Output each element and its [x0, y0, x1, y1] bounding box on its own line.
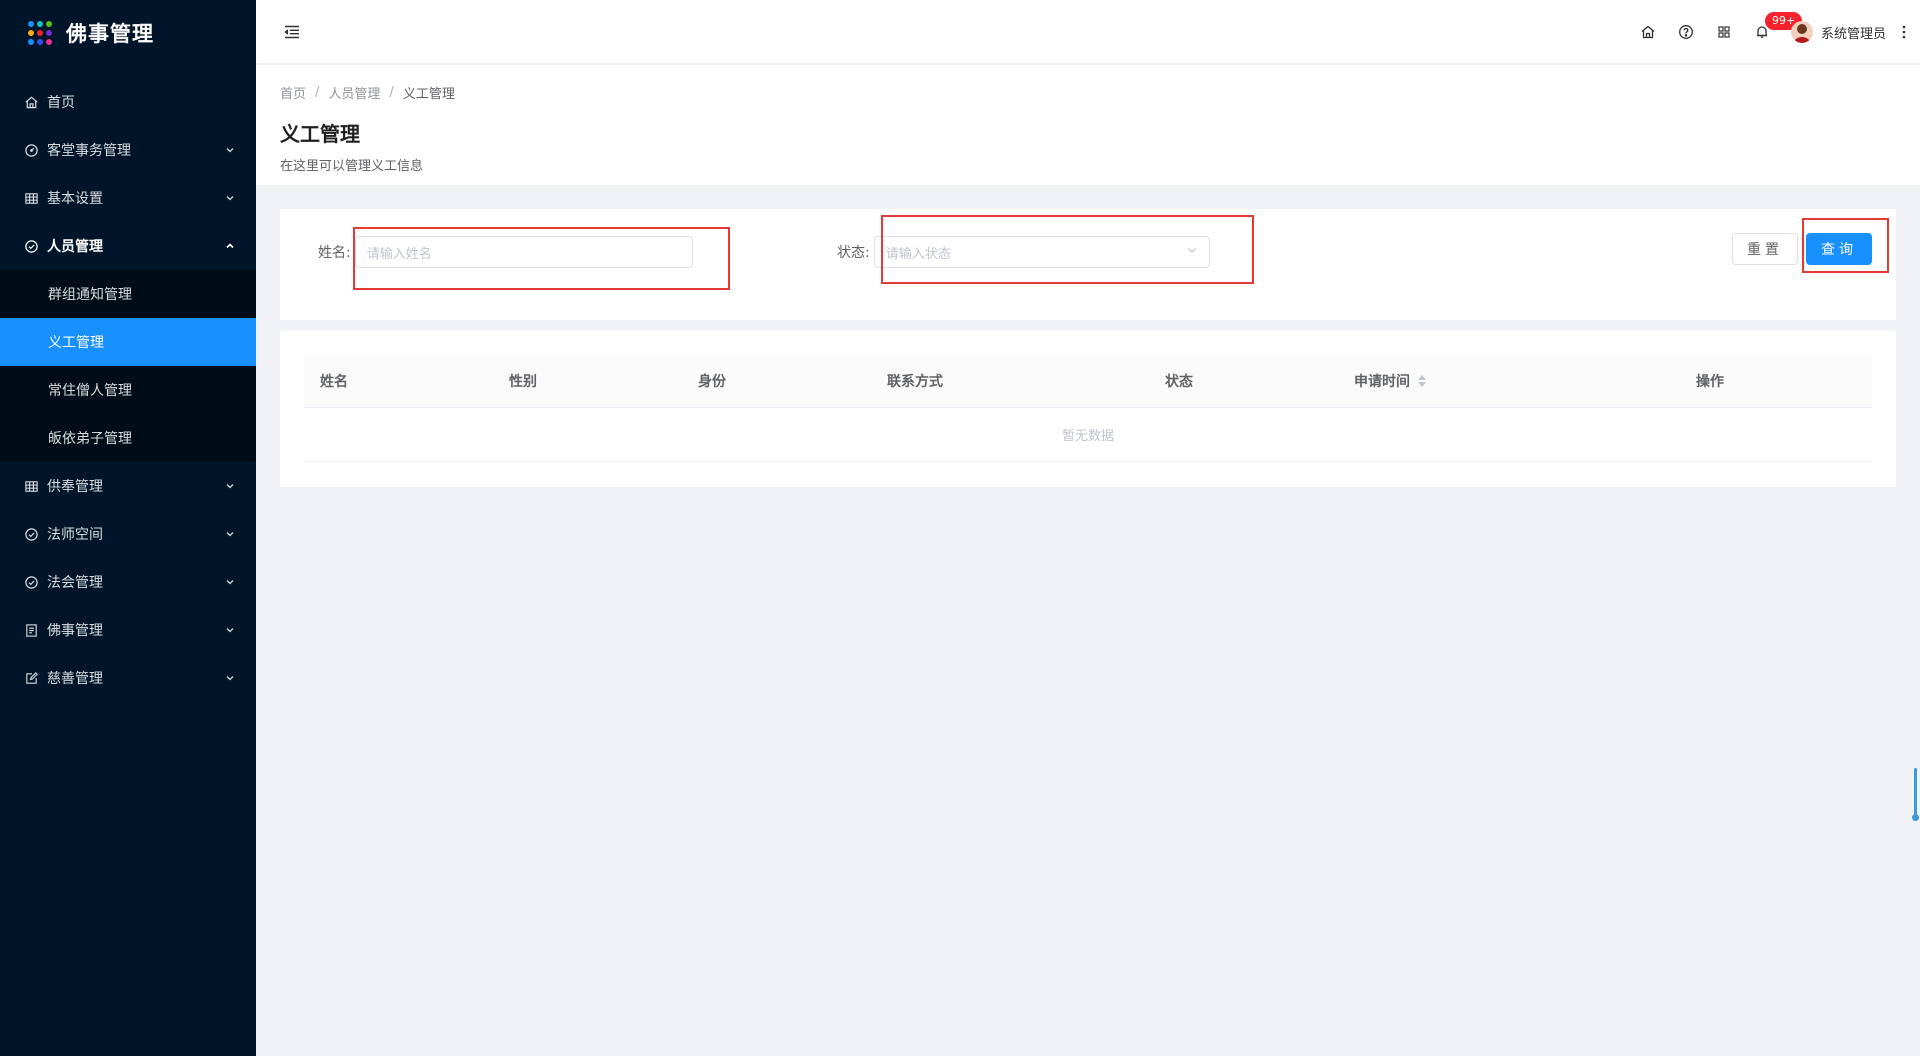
sidebar-item-home[interactable]: 首页: [0, 78, 256, 126]
chevron-up-icon: [224, 240, 236, 252]
column-header-apply-time[interactable]: 申请时间: [1338, 371, 1680, 391]
table-header: 姓名 性别 身份 联系方式 状态 申请时间 操作: [304, 354, 1872, 408]
column-header-gender: 性别: [509, 373, 537, 390]
personnel-submenu: 群组通知管理 义工管理 常住僧人管理 皈依弟子管理: [0, 270, 256, 462]
column-header-identity: 身份: [698, 373, 726, 390]
sidebar-item-label: 佛事管理: [47, 623, 103, 639]
top-header: 99+ 系统管理员: [256, 0, 1920, 64]
sidebar-item-buddhist-affairs[interactable]: 佛事管理: [0, 606, 256, 654]
chevron-down-icon: [224, 480, 236, 492]
sidebar-item-master-space[interactable]: 法师空间: [0, 510, 256, 558]
highlight-box: [353, 227, 730, 290]
chevron-down-icon: [224, 192, 236, 204]
apps-icon[interactable]: [1705, 0, 1743, 64]
chevron-down-icon: [224, 528, 236, 540]
breadcrumb-separator: /: [315, 85, 320, 100]
chevron-down-icon: [224, 624, 236, 636]
volunteer-table: 姓名 性别 身份 联系方式 状态 申请时间 操作 暂无数据: [304, 354, 1872, 462]
sidebar-item-resident-monks[interactable]: 常住僧人管理: [0, 366, 256, 414]
column-header-apply-time-label: 申请时间: [1354, 373, 1410, 390]
sidebar-item-label: 法师空间: [47, 527, 103, 543]
help-icon[interactable]: [1667, 0, 1705, 64]
sidebar-item-group-notice[interactable]: 群组通知管理: [0, 270, 256, 318]
table-card: 姓名 性别 身份 联系方式 状态 申请时间 操作 暂无数据: [280, 330, 1896, 487]
user-name: 系统管理员: [1820, 26, 1886, 42]
sidebar-item-offerings[interactable]: 供奉管理: [0, 462, 256, 510]
chevron-down-icon: [224, 144, 236, 156]
sidebar-item-label: 慈善管理: [47, 671, 103, 687]
menu-fold-icon[interactable]: [280, 20, 304, 44]
list-icon: [24, 623, 39, 638]
breadcrumb: 首页 / 人员管理 / 义工管理: [280, 83, 1896, 102]
sidebar-item-label: 群组通知管理: [48, 287, 132, 303]
bell-icon[interactable]: 99+: [1743, 0, 1803, 64]
column-header-contact: 联系方式: [887, 373, 943, 390]
page-description: 在这里可以管理义工信息: [280, 159, 424, 174]
breadcrumb-item-personnel[interactable]: 人员管理: [328, 83, 380, 102]
reset-button[interactable]: 重置: [1732, 233, 1798, 265]
sidebar-item-label: 客堂事务管理: [47, 143, 131, 159]
sidebar-item-reception[interactable]: 客堂事务管理: [0, 126, 256, 174]
sidebar: 佛事管理 首页 客堂事务管理 基本设置 人员管理 群组通知管理 义工管理 常住僧…: [0, 0, 256, 1056]
check-circle-icon: [24, 575, 39, 590]
chevron-down-icon: [224, 576, 236, 588]
page-header: 首页 / 人员管理 / 义工管理 义工管理 在这里可以管理义工信息: [256, 65, 1920, 185]
highlight-box: [1802, 218, 1889, 273]
search-form: 姓名: 请输入姓名 状态: 请输入状态 重置 查询: [280, 209, 1896, 320]
breadcrumb-item-current: 义工管理: [402, 87, 455, 102]
sidebar-item-label: 供奉管理: [47, 479, 103, 495]
sidebar-item-label: 首页: [47, 95, 75, 111]
user-menu[interactable]: 系统管理员: [1781, 0, 1894, 64]
home-icon: [24, 95, 39, 110]
breadcrumb-separator: /: [389, 85, 394, 100]
column-header-actions: 操作: [1696, 373, 1724, 390]
sidebar-item-volunteers[interactable]: 义工管理: [0, 318, 256, 366]
app-logo[interactable]: 佛事管理: [0, 0, 256, 66]
home-icon[interactable]: [1629, 0, 1667, 64]
column-header-status: 状态: [1165, 373, 1193, 390]
column-header-name: 姓名: [320, 373, 348, 390]
more-vertical-icon[interactable]: [1894, 0, 1914, 64]
sidebar-item-label: 法会管理: [47, 575, 103, 591]
sort-icon[interactable]: [1418, 374, 1426, 387]
sidebar-item-label: 义工管理: [48, 335, 104, 351]
sidebar-item-charity[interactable]: 慈善管理: [0, 654, 256, 702]
avatar: [1790, 21, 1813, 43]
table-icon: [24, 479, 39, 494]
sidebar-item-label: 人员管理: [47, 239, 103, 255]
check-circle-icon: [24, 239, 39, 254]
sidebar-menu: 首页 客堂事务管理 基本设置 人员管理 群组通知管理 义工管理 常住僧人管理 皈…: [0, 78, 256, 702]
chevron-down-icon: [224, 672, 236, 684]
highlight-box: [881, 215, 1254, 284]
check-circle-icon: [24, 527, 39, 542]
table-empty: 暂无数据: [304, 408, 1872, 462]
status-label: 状态:: [837, 245, 870, 261]
sidebar-item-basic-settings[interactable]: 基本设置: [0, 174, 256, 222]
page-title: 义工管理: [280, 122, 360, 146]
breadcrumb-item-home[interactable]: 首页: [280, 83, 306, 102]
name-label: 姓名:: [318, 245, 351, 261]
edit-icon: [24, 671, 39, 686]
sidebar-item-label: 基本设置: [47, 191, 103, 207]
header-actions: 99+ 系统管理员: [1629, 0, 1920, 64]
sidebar-item-label: 皈依弟子管理: [48, 431, 132, 447]
sidebar-item-label: 常住僧人管理: [48, 383, 132, 399]
sidebar-item-dharma-assembly[interactable]: 法会管理: [0, 558, 256, 606]
sidebar-item-personnel[interactable]: 人员管理: [0, 222, 256, 270]
dashboard-icon: [24, 143, 39, 158]
sidebar-item-disciples[interactable]: 皈依弟子管理: [0, 414, 256, 462]
table-icon: [24, 191, 39, 206]
app-title: 佛事管理: [66, 22, 154, 46]
scroll-indicator[interactable]: [1912, 768, 1919, 822]
grid-logo-icon: [28, 21, 52, 45]
